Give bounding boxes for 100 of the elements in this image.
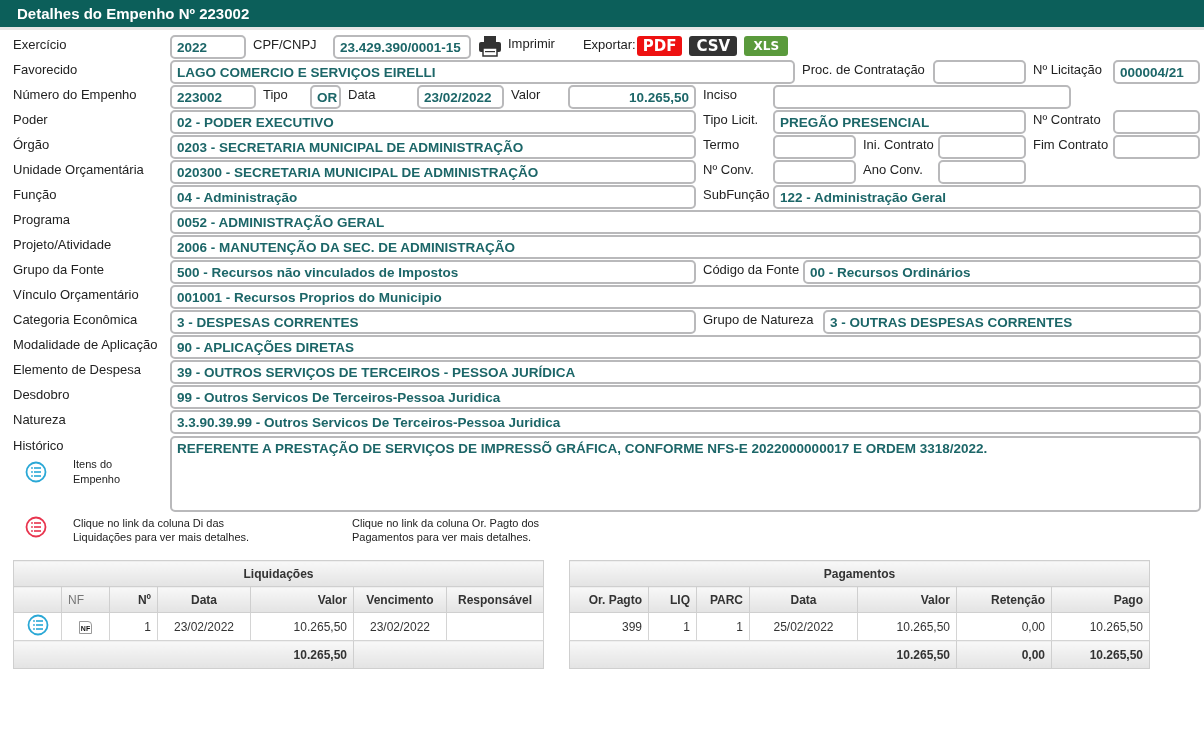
field-label: CPF/CNPJ xyxy=(252,36,318,52)
input-field[interactable] xyxy=(1113,135,1200,159)
input-field[interactable]: 2022 xyxy=(170,35,246,59)
table-cell: 399 xyxy=(569,612,649,641)
column-header: Responsável xyxy=(446,586,544,613)
table-cell: 10.265,50 xyxy=(1051,612,1150,641)
table-cell: 23/02/2022 xyxy=(157,612,251,641)
field-label: Valor xyxy=(510,86,542,102)
input-field[interactable]: 10.265,50 xyxy=(568,85,696,109)
input-field[interactable] xyxy=(938,135,1026,159)
input-field[interactable] xyxy=(938,160,1026,184)
field-label: SubFunção xyxy=(702,186,771,202)
field-label: Termo xyxy=(702,136,741,152)
field-label: Inciso xyxy=(702,86,738,102)
column-header: Data xyxy=(157,586,251,613)
itens-link[interactable]: Itens do Empenho xyxy=(73,457,143,487)
field-label: Tipo xyxy=(262,86,289,102)
input-field[interactable]: 04 - Administração xyxy=(170,185,696,209)
field-label: Projeto/Atividade xyxy=(13,236,113,252)
input-field[interactable]: 500 - Recursos não vinculados de Impostos xyxy=(170,260,696,284)
input-field[interactable]: LAGO COMERCIO E SERVIÇOS EIRELLI xyxy=(170,60,795,84)
table-cell: 0,00 xyxy=(956,612,1052,641)
field-label: Poder xyxy=(13,111,49,127)
column-header: Retenção xyxy=(956,586,1052,613)
table-title: Pagamentos xyxy=(569,560,1150,587)
total-cell: 0,00 xyxy=(956,640,1052,669)
field-label: Grupo da Fonte xyxy=(13,261,106,277)
input-field[interactable]: 02 - PODER EXECUTIVO xyxy=(170,110,696,134)
list-icon[interactable] xyxy=(25,461,47,483)
field-label: Unidade Orçamentária xyxy=(13,161,145,177)
input-field[interactable]: 223002 xyxy=(170,85,256,109)
field-label: Programa xyxy=(13,211,72,227)
field-label: Favorecido xyxy=(13,61,79,77)
field-label: Elemento de Despesa xyxy=(13,361,142,377)
input-field[interactable]: 99 - Outros Servicos De Terceiros-Pessoa Juridica xyxy=(170,385,1201,409)
export-button[interactable]: CSV xyxy=(689,36,738,56)
field-label: Órgão xyxy=(13,136,51,152)
input-field[interactable]: 23.429.390/0001-15 xyxy=(333,35,471,59)
export-label: Exportar: xyxy=(582,36,636,52)
input-field[interactable]: 2006 - MANUTENÇÃO DA SEC. DE ADMINISTRAÇÃO xyxy=(170,235,1201,259)
field-label: Nº Contrato xyxy=(1032,111,1102,127)
input-field[interactable]: 00 - Recursos Ordinários xyxy=(803,260,1201,284)
column-header: Valor xyxy=(857,586,957,613)
input-field[interactable]: 3 - DESPESAS CORRENTES xyxy=(170,310,696,334)
print-button[interactable]: Imprimir xyxy=(478,35,555,57)
column-header: Data xyxy=(749,586,858,613)
export-button[interactable]: XLS xyxy=(744,36,789,56)
field-label: Ano Conv. xyxy=(862,161,924,177)
table-cell: 10.265,50 xyxy=(250,612,354,641)
field-label: Ini. Contrato xyxy=(862,136,935,152)
input-field[interactable]: 3 - OUTRAS DESPESAS CORRENTES xyxy=(823,310,1201,334)
input-field[interactable]: 0203 - SECRETARIA MUNICIPAL DE ADMINISTRAÇÃO xyxy=(170,135,696,159)
input-field[interactable]: 23/02/2022 xyxy=(417,85,504,109)
table-title: Liquidações xyxy=(13,560,544,587)
column-header: Vencimento xyxy=(353,586,447,613)
window-title: Detalhes do Empenho Nº 223002 xyxy=(17,5,250,22)
column-header: Or. Pagto xyxy=(569,586,649,613)
input-field[interactable]: OR xyxy=(310,85,341,109)
column-header: Pago xyxy=(1051,586,1150,613)
input-field[interactable]: 39 - OUTROS SERVIÇOS DE TERCEIROS - PESSOA JURÍDICA xyxy=(170,360,1201,384)
input-field[interactable]: 0052 - ADMINISTRAÇÃO GERAL xyxy=(170,210,1201,234)
input-field[interactable] xyxy=(773,135,856,159)
table-cell: 1 xyxy=(648,612,697,641)
total-cell: 10.265,50 xyxy=(569,640,957,669)
input-field[interactable] xyxy=(773,160,856,184)
input-field[interactable]: 3.3.90.39.99 - Outros Servicos De Terceiros-Pessoa Juridica xyxy=(170,410,1201,434)
field-label: Modalidade de Aplicação xyxy=(13,336,159,352)
input-field[interactable]: 90 - APLICAÇÕES DIRETAS xyxy=(170,335,1201,359)
field-label: Nº Licitação xyxy=(1032,61,1104,77)
printer-icon xyxy=(478,35,502,57)
field-label: Histórico xyxy=(13,437,65,453)
field-label: Código da Fonte xyxy=(702,261,801,277)
table-cell: 1 xyxy=(109,612,158,641)
field-label: Natureza xyxy=(13,411,67,427)
table-cell: 25/02/2022 xyxy=(749,612,858,641)
field-label: Data xyxy=(347,86,377,102)
field-label: Vínculo Orçamentário xyxy=(13,286,140,302)
input-field[interactable]: 122 - Administração Geral xyxy=(773,185,1201,209)
history-textarea[interactable]: REFERENTE A PRESTAÇÃO DE SERVIÇOS DE IMPRESSÕ GRÁFICA, CONFORME NFS-E 2022000000017 E ORDEM 3318/2022. xyxy=(170,436,1201,512)
total-cell: 10.265,50 xyxy=(1051,640,1150,669)
export-button[interactable]: PDF xyxy=(636,36,683,56)
list-icon[interactable] xyxy=(26,614,49,636)
input-field[interactable]: 020300 - SECRETARIA MUNICIPAL DE ADMINISTRAÇÃO xyxy=(170,160,696,184)
help-note: Clique no link da coluna Di das Liquidações para ver mais detalhes. xyxy=(73,516,251,544)
input-field[interactable]: PREGÃO PRESENCIAL xyxy=(773,110,1026,134)
input-field[interactable] xyxy=(933,60,1026,84)
input-field[interactable] xyxy=(773,85,1071,109)
field-label: Fim Contrato xyxy=(1032,136,1110,152)
field-label: Nº Conv. xyxy=(702,161,755,177)
input-field[interactable] xyxy=(1113,110,1200,134)
field-label: Categoria Econômica xyxy=(13,311,139,327)
field-label: Número do Empenho xyxy=(13,86,138,102)
field-label: Proc. de Contratação xyxy=(801,61,926,77)
column-header: Valor xyxy=(250,586,354,613)
field-label: Grupo de Natureza xyxy=(702,311,815,327)
input-field[interactable]: 000004/21 xyxy=(1113,60,1200,84)
help-note: Clique no link da coluna Or. Pagto dos Pagamentos para ver mais detalhes. xyxy=(352,516,541,544)
input-field[interactable]: 001001 - Recursos Proprios do Municipio xyxy=(170,285,1201,309)
list-icon[interactable] xyxy=(25,516,47,538)
field-label: Tipo Licit. xyxy=(702,111,760,127)
